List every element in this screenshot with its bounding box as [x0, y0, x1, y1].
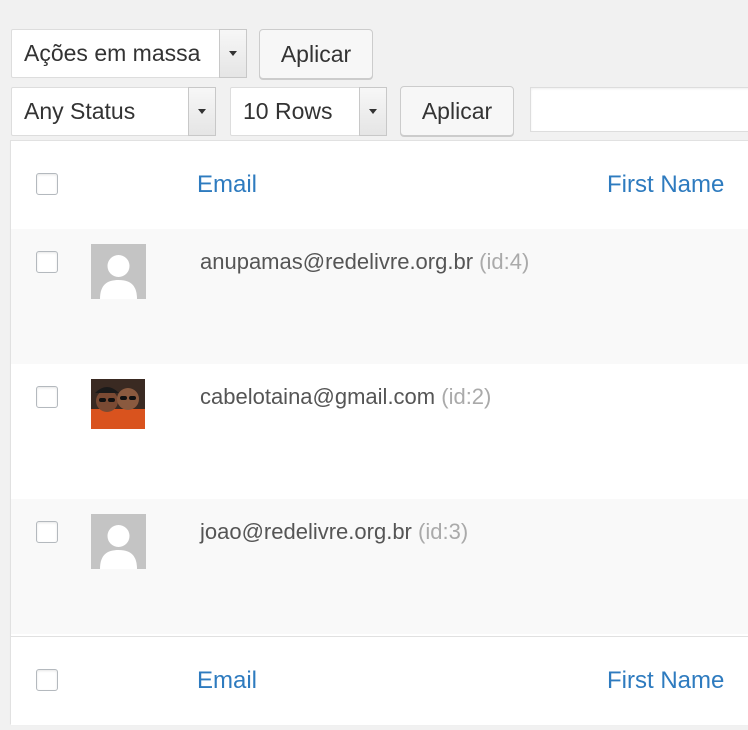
- row-checkbox[interactable]: [36, 251, 58, 273]
- select-all-checkbox[interactable]: [36, 173, 58, 195]
- row-checkbox[interactable]: [36, 386, 58, 408]
- row-checkbox[interactable]: [36, 521, 58, 543]
- chevron-down-icon[interactable]: [219, 29, 247, 78]
- select-all-checkbox[interactable]: [36, 669, 58, 691]
- rows-per-page-selected: 10 Rows: [243, 98, 333, 124]
- rows-per-page-select[interactable]: 10 Rows: [230, 87, 387, 136]
- chevron-down-icon[interactable]: [359, 87, 387, 136]
- bulk-actions-select[interactable]: Ações em massa: [11, 29, 247, 78]
- apply-bulk-button[interactable]: Aplicar: [259, 29, 373, 79]
- table-header: Email First Name: [11, 141, 748, 230]
- default-avatar-icon: [91, 244, 146, 299]
- users-table: Email First Name anupamas@redelivre.org.…: [10, 140, 748, 725]
- user-photo-avatar: [91, 379, 145, 429]
- default-avatar-icon: [91, 514, 146, 569]
- column-header-email[interactable]: Email: [197, 171, 257, 199]
- table-row: cabelotaina@gmail.com (id:2): [11, 364, 748, 499]
- table-row: anupamas@redelivre.org.br (id:4): [11, 229, 748, 364]
- search-input[interactable]: [530, 87, 748, 132]
- row-email-text: anupamas@redelivre.org.br (id:4): [200, 249, 529, 275]
- row-email-text: joao@redelivre.org.br (id:3): [200, 519, 468, 545]
- user-id-label: (id:3): [418, 519, 469, 544]
- user-id-label: (id:4): [479, 249, 530, 274]
- column-footer-first-name[interactable]: First Name: [607, 667, 724, 695]
- user-email-link[interactable]: anupamas@redelivre.org.br: [200, 249, 473, 274]
- column-header-first-name[interactable]: First Name: [607, 171, 724, 199]
- row-email-text: cabelotaina@gmail.com (id:2): [200, 384, 491, 410]
- chevron-down-icon[interactable]: [188, 87, 216, 136]
- table-footer: Email First Name: [11, 636, 748, 725]
- bulk-actions-selected: Ações em massa: [24, 40, 201, 66]
- user-email-link[interactable]: cabelotaina@gmail.com: [200, 384, 435, 409]
- status-filter-selected: Any Status: [24, 98, 136, 124]
- column-footer-email[interactable]: Email: [197, 667, 257, 695]
- apply-filter-button[interactable]: Aplicar: [400, 86, 514, 136]
- user-email-link[interactable]: joao@redelivre.org.br: [200, 519, 412, 544]
- user-id-label: (id:2): [441, 384, 492, 409]
- status-filter-select[interactable]: Any Status: [11, 87, 216, 136]
- table-row: joao@redelivre.org.br (id:3): [11, 499, 748, 634]
